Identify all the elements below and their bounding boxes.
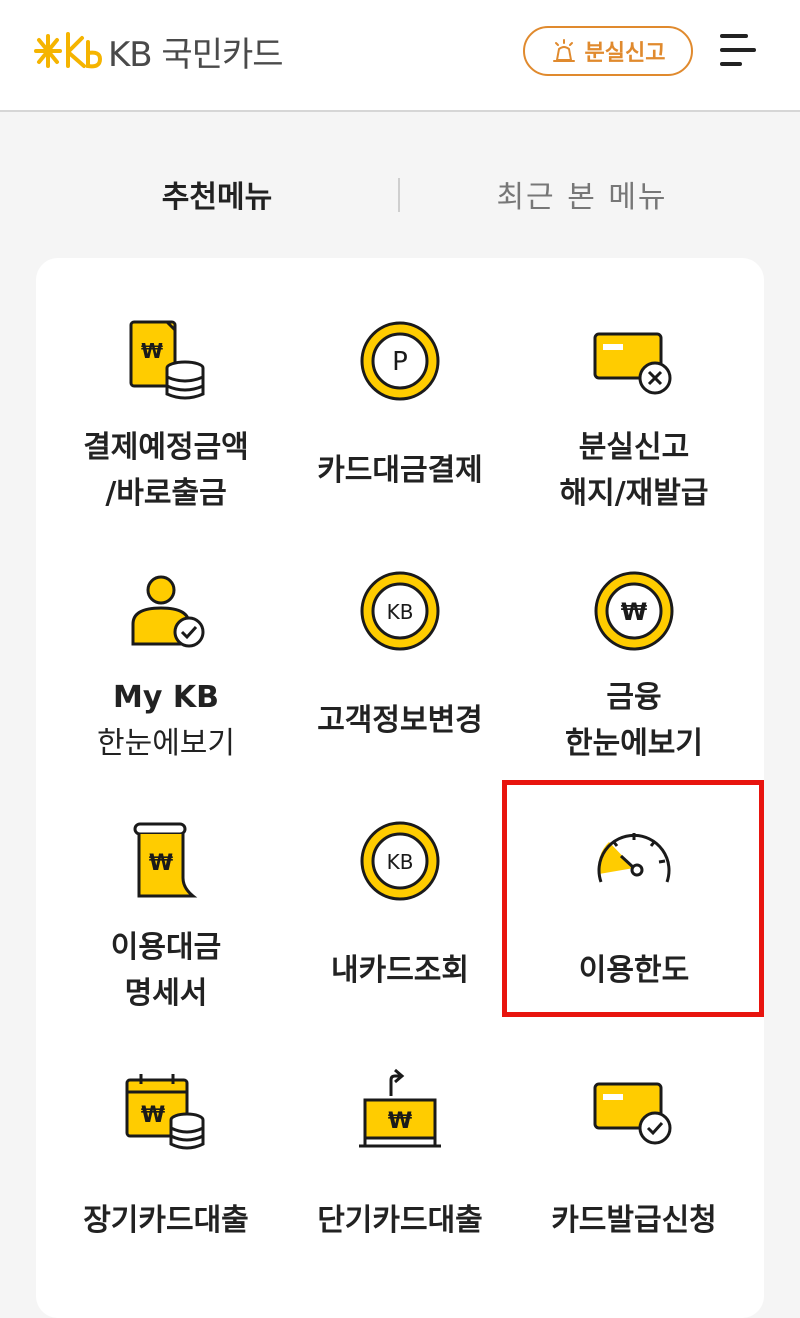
menu-item-label: My KB 한눈에보기 xyxy=(97,680,235,761)
menu-item-finance-overview[interactable]: ₩ 금융 한눈에보기 xyxy=(519,548,749,788)
svg-text:KB: KB xyxy=(387,850,414,874)
menu-item-label: 결제예정금액 /바로출금 xyxy=(83,430,249,511)
logo-text: KB 국민카드 xyxy=(108,34,284,75)
menu-item-label: 금융 한눈에보기 xyxy=(565,680,703,761)
svg-text:₩: ₩ xyxy=(141,339,163,363)
menu-item-label: 카드대금결제 xyxy=(317,453,483,488)
menu-item-lost-card[interactable]: 분실신고 해지/재발급 xyxy=(519,298,749,538)
menu-item-payment-due[interactable]: ₩ 결제예정금액 /바로출금 xyxy=(51,298,281,538)
svg-text:₩: ₩ xyxy=(388,1109,412,1134)
kb-coin-icon: KB xyxy=(360,571,440,651)
menu-item-label: 카드발급신청 xyxy=(551,1203,717,1238)
point-coin-icon: P xyxy=(360,321,440,401)
menu-item-label: 분실신고 해지/재발급 xyxy=(559,430,709,511)
svg-text:₩: ₩ xyxy=(141,1103,165,1128)
app-header: KB 국민카드 분실신고 xyxy=(0,0,800,112)
menu-item-long-term-loan[interactable]: ₩ 장기카드대출 xyxy=(51,1048,281,1288)
menu-item-short-term-loan[interactable]: ₩ 단기카드대출 xyxy=(285,1048,515,1288)
menu-item-label: 고객정보변경 xyxy=(317,703,483,738)
bill-coins-icon: ₩ xyxy=(129,320,205,400)
menu-item-label: 장기카드대출 xyxy=(83,1203,249,1238)
tab-recent-menu[interactable]: 최근 본 메뉴 xyxy=(452,172,712,216)
menu-item-label: 이용대금 명세서 xyxy=(110,930,222,1011)
menu-item-card-application[interactable]: 카드발급신청 xyxy=(519,1048,749,1288)
tab-recommended-menu[interactable]: 추천메뉴 xyxy=(87,172,347,216)
won-coin-icon: ₩ xyxy=(594,571,674,651)
calendar-coins-icon: ₩ xyxy=(125,1074,205,1150)
menu-item-card-payment[interactable]: P 카드대금결제 xyxy=(285,298,515,538)
svg-text:₩: ₩ xyxy=(149,851,173,876)
menu-item-my-kb[interactable]: My KB 한눈에보기 xyxy=(51,548,281,788)
svg-text:₩: ₩ xyxy=(621,598,648,626)
svg-text:KB: KB xyxy=(387,600,414,624)
menu-tabs: 추천메뉴 최근 본 메뉴 xyxy=(0,160,800,230)
menu-item-customer-info[interactable]: KB 고객정보변경 xyxy=(285,548,515,788)
siren-icon xyxy=(552,39,575,62)
menu-item-label: 내카드조회 xyxy=(331,953,469,988)
highlight-box xyxy=(502,780,764,1017)
svg-text:P: P xyxy=(392,347,408,377)
lost-report-label: 분실신고 xyxy=(584,41,666,66)
kb-star-logo-icon xyxy=(34,32,103,69)
statement-scroll-icon: ₩ xyxy=(133,822,198,898)
user-check-icon xyxy=(131,575,205,648)
menu-item-statement[interactable]: ₩ 이용대금 명세서 xyxy=(51,798,281,1038)
hamburger-menu-button[interactable] xyxy=(716,30,758,70)
kb-coin-icon: KB xyxy=(360,821,440,901)
tab-divider xyxy=(398,178,400,212)
menu-item-my-cards[interactable]: KB 내카드조회 xyxy=(285,798,515,1038)
laptop-won-upload-icon: ₩ xyxy=(359,1068,441,1148)
menu-item-label: 단기카드대출 xyxy=(317,1203,483,1238)
kb-kookmin-card-logo[interactable]: KB 국민카드 xyxy=(34,26,284,76)
lost-report-button[interactable]: 분실신고 xyxy=(523,26,693,76)
card-cancel-icon xyxy=(593,332,672,395)
card-check-icon xyxy=(593,1082,672,1145)
